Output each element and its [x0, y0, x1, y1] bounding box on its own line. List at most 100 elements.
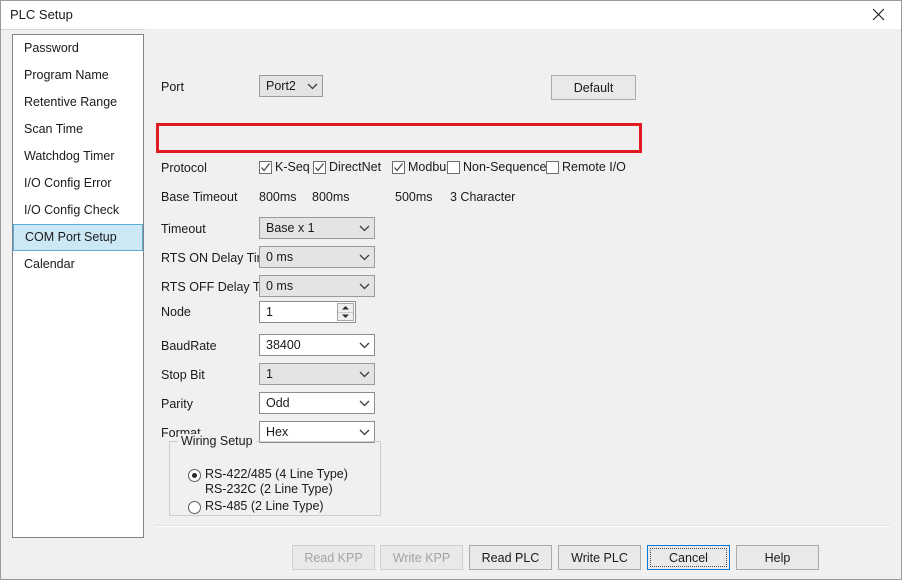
- chevron-down-icon: [354, 254, 374, 261]
- format-select-value: Hex: [266, 425, 289, 439]
- port-select[interactable]: Port2: [259, 75, 323, 97]
- protocol-checkbox-label: Non-Sequence: [463, 160, 547, 174]
- wiring-radio-rs422-485[interactable]: RS-422/485 (4 Line Type) RS-232C (2 Line …: [188, 467, 348, 497]
- sidebar-item-com-port-setup[interactable]: COM Port Setup: [13, 224, 143, 251]
- protocol-checkbox-modbus[interactable]: Modbus: [392, 160, 452, 174]
- base-timeout-value: 500ms: [395, 190, 433, 204]
- sidebar-item-label: Retentive Range: [24, 95, 118, 109]
- sidebar-item-i-o-config-check[interactable]: I/O Config Check: [13, 197, 143, 224]
- chevron-down-icon: [354, 225, 374, 232]
- rts-on-delay-time-select-value: 0 ms: [266, 250, 294, 264]
- title-bar: PLC Setup: [1, 1, 901, 30]
- protocol-checkbox-label: Remote I/O: [562, 160, 626, 174]
- checkbox-empty-icon: [447, 160, 460, 174]
- button-label: Help: [764, 550, 791, 565]
- plc-setup-dialog: PLC Setup Password Program Name Retentive …: [0, 0, 902, 580]
- rts-on-delay-time-label: RTS ON Delay Time: [161, 251, 274, 265]
- parity-label: Parity: [161, 397, 193, 411]
- baudrate-select[interactable]: 38400: [259, 334, 375, 356]
- window-title: PLC Setup: [10, 7, 73, 22]
- sidebar-item-label: Password: [24, 41, 79, 55]
- protocol-checkbox-label: Modbus: [408, 160, 453, 174]
- read-plc-button[interactable]: Read PLC: [469, 545, 552, 570]
- base-timeout-value: 3 Character: [450, 190, 516, 204]
- wiring-radio-rs485[interactable]: RS-485 (2 Line Type): [188, 499, 324, 514]
- protocol-checkbox-k-seq[interactable]: K-Seq: [259, 160, 310, 174]
- protocol-checkbox-label: K-Seq: [275, 160, 310, 174]
- node-label: Node: [161, 305, 191, 319]
- stop-bit-label: Stop Bit: [161, 368, 205, 382]
- sidebar-item-scan-time[interactable]: Scan Time: [13, 116, 143, 143]
- com-port-setup-panel: Port Port2 Default Protocol K-Seq DirectN…: [145, 29, 901, 541]
- checkmark-icon: [259, 160, 272, 174]
- parity-select[interactable]: Odd: [259, 392, 375, 414]
- protocol-checkbox-directnet[interactable]: DirectNet: [313, 160, 381, 174]
- stepper-down-icon[interactable]: [338, 313, 353, 321]
- stepper-up-icon[interactable]: [338, 304, 353, 313]
- wiring-radio-label: RS-485 (2 Line Type): [205, 499, 324, 514]
- default-button[interactable]: Default: [551, 75, 636, 100]
- sidebar-item-label: Scan Time: [24, 122, 84, 136]
- cancel-button[interactable]: Cancel: [647, 545, 730, 570]
- node-stepper[interactable]: 1: [259, 301, 356, 323]
- protocol-checkbox-remote-i-o[interactable]: Remote I/O: [546, 160, 626, 174]
- sidebar-item-calendar[interactable]: Calendar: [13, 251, 143, 278]
- checkmark-icon: [392, 160, 405, 174]
- chevron-down-icon: [354, 429, 374, 436]
- sidebar-item-label: COM Port Setup: [25, 230, 117, 244]
- checkbox-empty-icon: [546, 160, 559, 174]
- sidebar-item-password[interactable]: Password: [13, 35, 143, 62]
- close-button[interactable]: [855, 1, 901, 28]
- radio-empty-icon: [188, 501, 201, 514]
- wiring-radio-label-line1: RS-422/485 (4 Line Type): [205, 467, 348, 481]
- parity-select-value: Odd: [266, 396, 290, 410]
- chevron-down-icon: [354, 400, 374, 407]
- stop-bit-select[interactable]: 1: [259, 363, 375, 385]
- write-kpp-button: Write KPP: [380, 545, 463, 570]
- node-stepper-buttons: [337, 303, 354, 321]
- button-label: Write PLC: [571, 550, 628, 565]
- chevron-down-icon: [354, 371, 374, 378]
- baudrate-select-value: 38400: [266, 338, 301, 352]
- wiring-radio-label-line1: RS-485 (2 Line Type): [205, 499, 324, 513]
- sidebar-item-i-o-config-error[interactable]: I/O Config Error: [13, 170, 143, 197]
- port-label: Port: [161, 80, 184, 94]
- node-stepper-value: 1: [266, 305, 273, 319]
- timeout-select-value: Base x 1: [266, 221, 315, 235]
- read-kpp-button: Read KPP: [292, 545, 375, 570]
- base-timeout-value: 800ms: [259, 190, 297, 204]
- chevron-down-icon: [354, 283, 374, 290]
- radio-selected-icon: [188, 469, 201, 482]
- sidebar-item-retentive-range[interactable]: Retentive Range: [13, 89, 143, 116]
- protocol-checkbox-label: DirectNet: [329, 160, 382, 174]
- protocol-checkbox-non-sequence[interactable]: Non-Sequence: [447, 160, 546, 174]
- settings-category-list[interactable]: Password Program Name Retentive Range Scan …: [12, 34, 144, 538]
- close-icon: [872, 8, 885, 21]
- sidebar-item-label: I/O Config Check: [24, 203, 120, 217]
- port-select-value: Port2: [266, 79, 296, 93]
- chevron-down-icon: [354, 342, 374, 349]
- wiring-setup-title: Wiring Setup: [178, 434, 256, 448]
- sidebar-item-label: Program Name: [24, 68, 109, 82]
- button-label: Cancel: [669, 550, 708, 565]
- wiring-radio-label: RS-422/485 (4 Line Type) RS-232C (2 Line …: [205, 467, 348, 497]
- format-select[interactable]: Hex: [259, 421, 375, 443]
- stop-bit-select-value: 1: [266, 367, 273, 381]
- wiring-setup-group: Wiring Setup RS-422/485 (4 Line Type) RS-…: [169, 434, 381, 516]
- rts-on-delay-time-select[interactable]: 0 ms: [259, 246, 375, 268]
- footer-divider: [156, 525, 891, 527]
- rts-off-delay-time-select[interactable]: 0 ms: [259, 275, 375, 297]
- timeout-select[interactable]: Base x 1: [259, 217, 375, 239]
- sidebar-item-label: I/O Config Error: [24, 176, 112, 190]
- sidebar-item-label: Watchdog Timer: [24, 149, 115, 163]
- base-timeout-value: 800ms: [312, 190, 350, 204]
- button-label: Read KPP: [304, 550, 363, 565]
- protocol-highlight-box: [156, 123, 642, 153]
- help-button[interactable]: Help: [736, 545, 819, 570]
- sidebar-item-program-name[interactable]: Program Name: [13, 62, 143, 89]
- base-timeout-label: Base Timeout: [161, 190, 238, 204]
- write-plc-button[interactable]: Write PLC: [558, 545, 641, 570]
- sidebar-item-watchdog-timer[interactable]: Watchdog Timer: [13, 143, 143, 170]
- wiring-radio-label-line2: RS-232C (2 Line Type): [205, 482, 333, 496]
- timeout-label: Timeout: [161, 222, 206, 236]
